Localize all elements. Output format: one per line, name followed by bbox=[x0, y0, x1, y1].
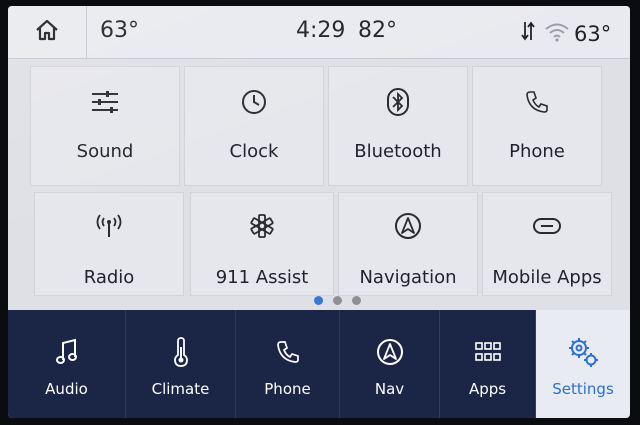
wifi-icon bbox=[544, 22, 570, 46]
link-icon bbox=[532, 211, 562, 241]
tile-label: Bluetooth bbox=[354, 141, 442, 162]
home-button[interactable] bbox=[8, 6, 87, 58]
star-of-life-icon bbox=[249, 211, 275, 241]
tile-label: Radio bbox=[83, 267, 135, 288]
status-bar: 63° 4:29 82° 63° bbox=[8, 6, 630, 59]
tile-sound[interactable]: Sound bbox=[30, 66, 180, 186]
tile-label: Navigation bbox=[359, 267, 457, 288]
dock-climate[interactable]: Climate bbox=[126, 310, 236, 418]
navigation-arrow-icon bbox=[376, 336, 404, 368]
gears-icon bbox=[567, 336, 599, 368]
clock-time: 4:29 bbox=[296, 18, 346, 43]
dock-label: Phone bbox=[264, 380, 311, 398]
page-indicator[interactable] bbox=[314, 296, 361, 305]
tile-911-assist[interactable]: 911 Assist bbox=[190, 192, 334, 296]
dock-label: Audio bbox=[45, 380, 88, 398]
dock-label: Settings bbox=[552, 380, 614, 398]
thermometer-icon bbox=[173, 336, 189, 368]
tile-label: Phone bbox=[509, 141, 565, 162]
tile-mobile-apps[interactable]: Mobile Apps bbox=[482, 192, 612, 296]
tile-label: Mobile Apps bbox=[492, 267, 602, 288]
equalizer-icon bbox=[90, 87, 120, 117]
dock-label: Apps bbox=[468, 380, 507, 398]
apps-grid-icon bbox=[474, 336, 501, 368]
dock-phone[interactable]: Phone bbox=[236, 310, 340, 418]
outside-temperature: 63° bbox=[100, 18, 139, 43]
page-dot[interactable] bbox=[333, 296, 342, 305]
phone-icon bbox=[525, 87, 549, 117]
dock-apps[interactable]: Apps bbox=[440, 310, 536, 418]
dock-label: Nav bbox=[374, 380, 405, 398]
tile-label: 911 Assist bbox=[215, 267, 309, 288]
dock-settings[interactable]: Settings bbox=[536, 310, 630, 418]
tile-label: Clock bbox=[229, 141, 279, 162]
temperature-readout: 63° bbox=[574, 22, 612, 46]
clock-icon bbox=[241, 87, 267, 117]
dock-nav[interactable]: Nav bbox=[340, 310, 440, 418]
dock-audio[interactable]: Audio bbox=[8, 310, 126, 418]
bottom-dock: Audio Climate Phone Nav Apps Settings bbox=[8, 310, 630, 418]
dock-label: Climate bbox=[151, 380, 210, 398]
phone-icon bbox=[276, 336, 300, 368]
page-dot[interactable] bbox=[352, 296, 361, 305]
tile-phone[interactable]: Phone bbox=[472, 66, 602, 186]
radio-antenna-icon bbox=[94, 211, 124, 241]
infotainment-screen: 63° 4:29 82° 63° Sound Clock Bluetooth P… bbox=[8, 6, 630, 418]
data-transfer-icon bbox=[520, 20, 536, 46]
music-note-icon bbox=[55, 336, 79, 368]
cabin-temperature: 82° bbox=[358, 18, 397, 43]
bluetooth-icon bbox=[385, 87, 411, 117]
tile-bluetooth[interactable]: Bluetooth bbox=[328, 66, 468, 186]
home-icon bbox=[34, 18, 60, 46]
tile-label: Sound bbox=[76, 141, 134, 162]
tile-radio[interactable]: Radio bbox=[34, 192, 184, 296]
page-dot-active[interactable] bbox=[314, 296, 323, 305]
tile-navigation[interactable]: Navigation bbox=[338, 192, 478, 296]
tile-clock[interactable]: Clock bbox=[184, 66, 324, 186]
navigation-arrow-icon bbox=[394, 211, 422, 241]
